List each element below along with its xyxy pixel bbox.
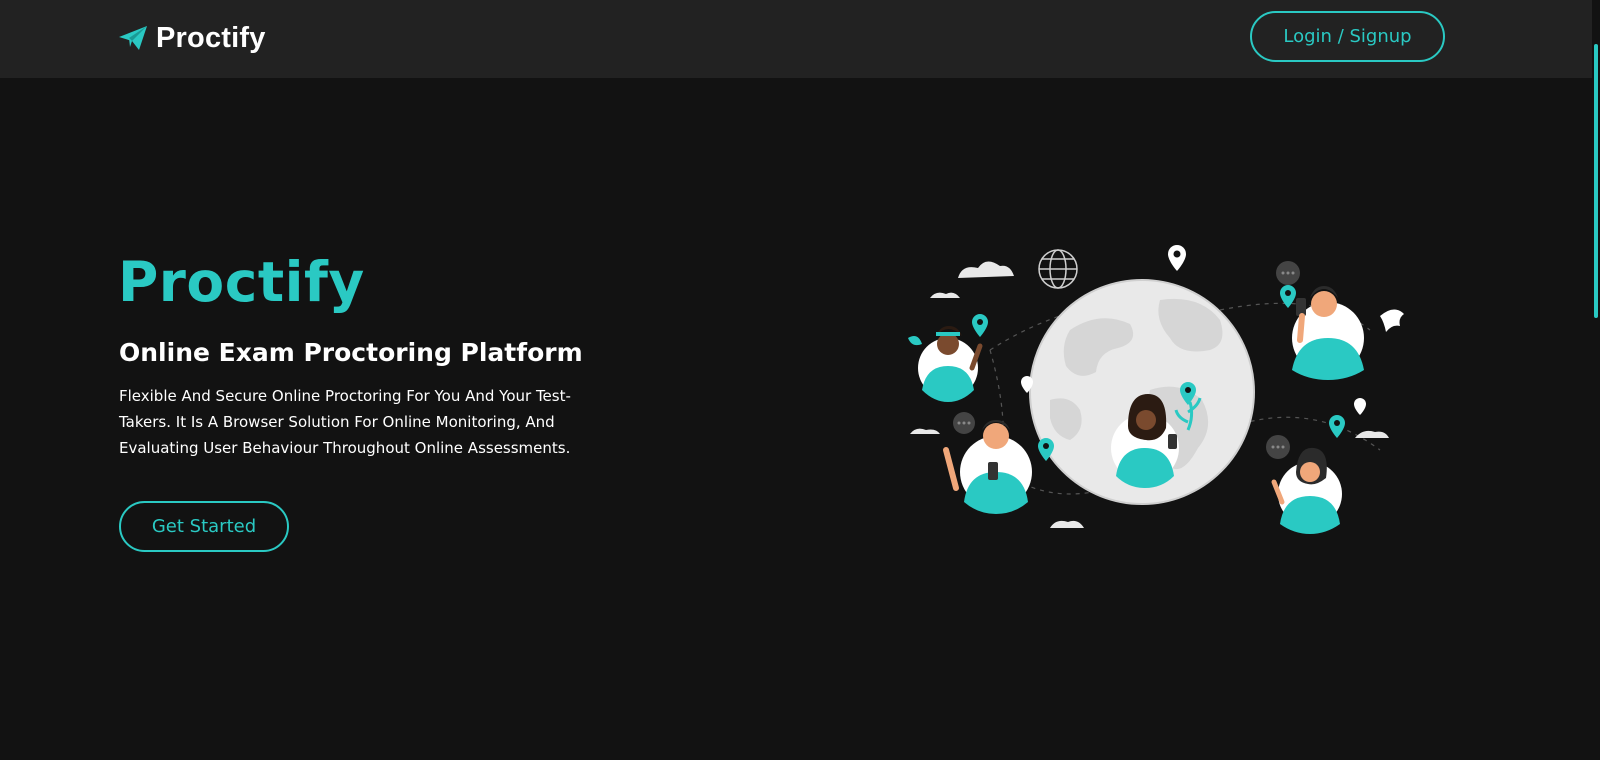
brand-logo[interactable]: Proctify [118,18,266,58]
scrollbar-thumb[interactable] [1594,44,1598,318]
person-avatar [1271,447,1342,534]
paper-plane-icon [119,26,147,50]
get-started-button[interactable]: Get Started [119,501,289,552]
person-avatar [943,420,1032,514]
globe-people-illustration [908,245,1404,534]
navbar: Proctify Login / Signup [0,0,1600,78]
hero-description: Flexible And Secure Online Proctoring Fo… [119,387,571,457]
hero-title: Proctify [118,250,365,314]
person-avatar [1292,286,1404,380]
scrollbar[interactable] [1592,0,1600,760]
web-globe-icon [1038,249,1078,289]
hero-subtitle: Online Exam Proctoring Platform [119,338,583,367]
login-signup-button[interactable]: Login / Signup [1250,11,1445,62]
person-avatar [908,326,983,402]
brand-name: Proctify [156,21,266,54]
